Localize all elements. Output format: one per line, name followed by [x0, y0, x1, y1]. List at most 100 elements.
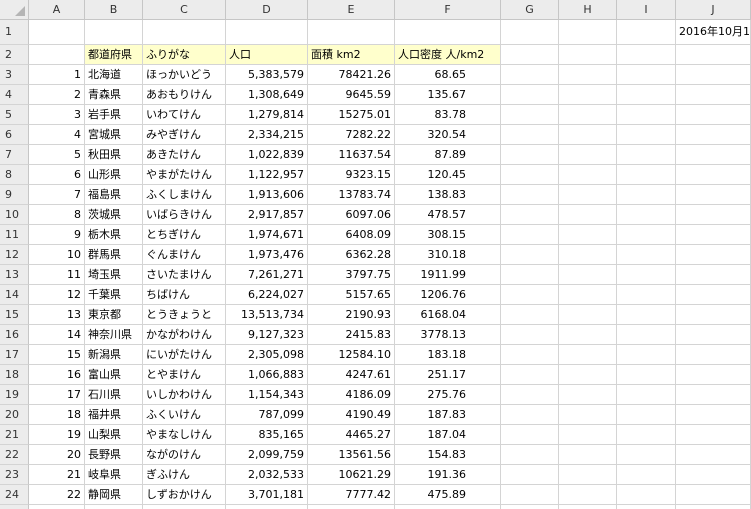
cell-i12[interactable] — [617, 245, 676, 265]
cell-a3[interactable]: 1 — [29, 65, 85, 85]
cell-a18[interactable]: 16 — [29, 365, 85, 385]
cell-b17[interactable]: 新潟県 — [85, 345, 143, 365]
cell-j5[interactable] — [676, 105, 751, 125]
cell-c14[interactable]: ちばけん — [143, 285, 226, 305]
cell-g22[interactable] — [501, 445, 559, 465]
cell-f22[interactable]: 154.83 — [395, 445, 501, 465]
cell-b13[interactable]: 埼玉県 — [85, 265, 143, 285]
cell-c22[interactable]: ながのけん — [143, 445, 226, 465]
cell-c15[interactable]: とうきょうと — [143, 305, 226, 325]
cell-c4[interactable]: あおもりけん — [143, 85, 226, 105]
cell-h18[interactable] — [559, 365, 617, 385]
cell-c3[interactable]: ほっかいどう — [143, 65, 226, 85]
cell-g18[interactable] — [501, 365, 559, 385]
cell-i13[interactable] — [617, 265, 676, 285]
cell-j11[interactable] — [676, 225, 751, 245]
row-header-11[interactable]: 11 — [0, 225, 29, 245]
cell-h14[interactable] — [559, 285, 617, 305]
header-density[interactable]: 人口密度 人/km2 — [395, 45, 501, 65]
cell-a1[interactable] — [29, 20, 85, 45]
cell-c25[interactable] — [143, 505, 226, 509]
cell-f8[interactable]: 120.45 — [395, 165, 501, 185]
cell-e21[interactable]: 4465.27 — [308, 425, 395, 445]
cell-d25[interactable] — [226, 505, 308, 509]
cell-c24[interactable]: しずおかけん — [143, 485, 226, 505]
cell-i20[interactable] — [617, 405, 676, 425]
cell-f7[interactable]: 87.89 — [395, 145, 501, 165]
cell-h1[interactable] — [559, 20, 617, 45]
column-header-d[interactable]: D — [226, 0, 308, 20]
cell-i5[interactable] — [617, 105, 676, 125]
cell-j14[interactable] — [676, 285, 751, 305]
cell-i11[interactable] — [617, 225, 676, 245]
cell-d8[interactable]: 1,122,957 — [226, 165, 308, 185]
cell-b7[interactable]: 秋田県 — [85, 145, 143, 165]
cell-j24[interactable] — [676, 485, 751, 505]
row-header-9[interactable]: 9 — [0, 185, 29, 205]
cell-d1[interactable] — [226, 20, 308, 45]
cell-f5[interactable]: 83.78 — [395, 105, 501, 125]
cell-c21[interactable]: やまなしけん — [143, 425, 226, 445]
column-header-b[interactable]: B — [85, 0, 143, 20]
cell-g17[interactable] — [501, 345, 559, 365]
cell-h17[interactable] — [559, 345, 617, 365]
cell-h2[interactable] — [559, 45, 617, 65]
cell-g15[interactable] — [501, 305, 559, 325]
cell-g2[interactable] — [501, 45, 559, 65]
cell-g20[interactable] — [501, 405, 559, 425]
row-header-16[interactable]: 16 — [0, 325, 29, 345]
cell-h15[interactable] — [559, 305, 617, 325]
cell-b21[interactable]: 山梨県 — [85, 425, 143, 445]
cell-h13[interactable] — [559, 265, 617, 285]
cell-h4[interactable] — [559, 85, 617, 105]
cell-j25[interactable] — [676, 505, 751, 509]
cell-j18[interactable] — [676, 365, 751, 385]
cell-b19[interactable]: 石川県 — [85, 385, 143, 405]
cell-d23[interactable]: 2,032,533 — [226, 465, 308, 485]
cell-f24[interactable]: 475.89 — [395, 485, 501, 505]
cell-d19[interactable]: 1,154,343 — [226, 385, 308, 405]
cell-a25[interactable] — [29, 505, 85, 509]
cell-g19[interactable] — [501, 385, 559, 405]
cell-g13[interactable] — [501, 265, 559, 285]
row-header-14[interactable]: 14 — [0, 285, 29, 305]
cell-a10[interactable]: 8 — [29, 205, 85, 225]
cell-h3[interactable] — [559, 65, 617, 85]
cell-g24[interactable] — [501, 485, 559, 505]
cell-i18[interactable] — [617, 365, 676, 385]
cell-c5[interactable]: いわてけん — [143, 105, 226, 125]
row-header-2[interactable]: 2 — [0, 45, 29, 65]
cell-b14[interactable]: 千葉県 — [85, 285, 143, 305]
row-header-23[interactable]: 23 — [0, 465, 29, 485]
cell-j15[interactable] — [676, 305, 751, 325]
cell-j7[interactable] — [676, 145, 751, 165]
cell-d17[interactable]: 2,305,098 — [226, 345, 308, 365]
cell-j10[interactable] — [676, 205, 751, 225]
column-header-c[interactable]: C — [143, 0, 226, 20]
cell-j9[interactable] — [676, 185, 751, 205]
cell-d15[interactable]: 13,513,734 — [226, 305, 308, 325]
cell-c10[interactable]: いばらきけん — [143, 205, 226, 225]
cell-f11[interactable]: 308.15 — [395, 225, 501, 245]
cell-e19[interactable]: 4186.09 — [308, 385, 395, 405]
row-header-22[interactable]: 22 — [0, 445, 29, 465]
row-header-4[interactable]: 4 — [0, 85, 29, 105]
cell-f20[interactable]: 187.83 — [395, 405, 501, 425]
cell-h5[interactable] — [559, 105, 617, 125]
cell-g21[interactable] — [501, 425, 559, 445]
cell-j2[interactable] — [676, 45, 751, 65]
cell-j8[interactable] — [676, 165, 751, 185]
cell-e23[interactable]: 10621.29 — [308, 465, 395, 485]
cell-g11[interactable] — [501, 225, 559, 245]
cell-f23[interactable]: 191.36 — [395, 465, 501, 485]
cell-f6[interactable]: 320.54 — [395, 125, 501, 145]
cell-g7[interactable] — [501, 145, 559, 165]
cell-h21[interactable] — [559, 425, 617, 445]
cell-i6[interactable] — [617, 125, 676, 145]
cell-i17[interactable] — [617, 345, 676, 365]
column-header-f[interactable]: F — [395, 0, 501, 20]
cell-g8[interactable] — [501, 165, 559, 185]
cell-i21[interactable] — [617, 425, 676, 445]
cell-g12[interactable] — [501, 245, 559, 265]
cell-j17[interactable] — [676, 345, 751, 365]
